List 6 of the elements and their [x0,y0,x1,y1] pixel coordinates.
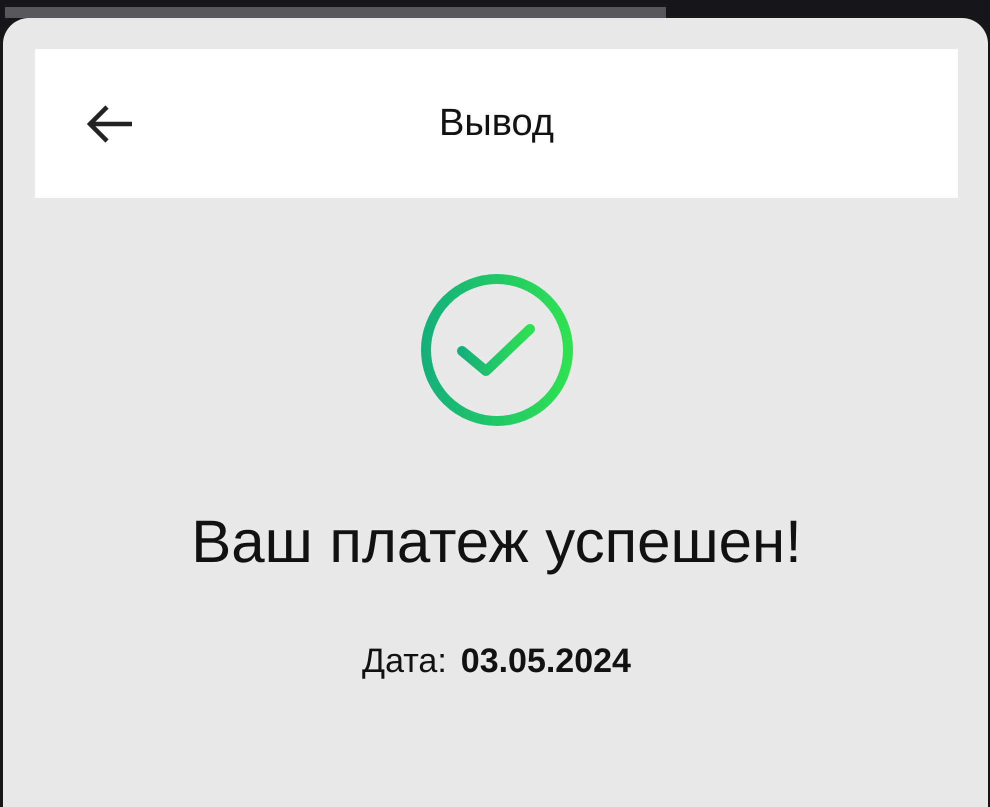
page-title: Вывод [438,102,555,145]
date-label: Дата: [362,642,447,681]
success-message: Ваш платеж успешен! [191,507,802,576]
check-circle-icon [420,273,574,427]
back-arrow-icon [85,104,135,144]
date-value: 03.05.2024 [460,642,631,681]
